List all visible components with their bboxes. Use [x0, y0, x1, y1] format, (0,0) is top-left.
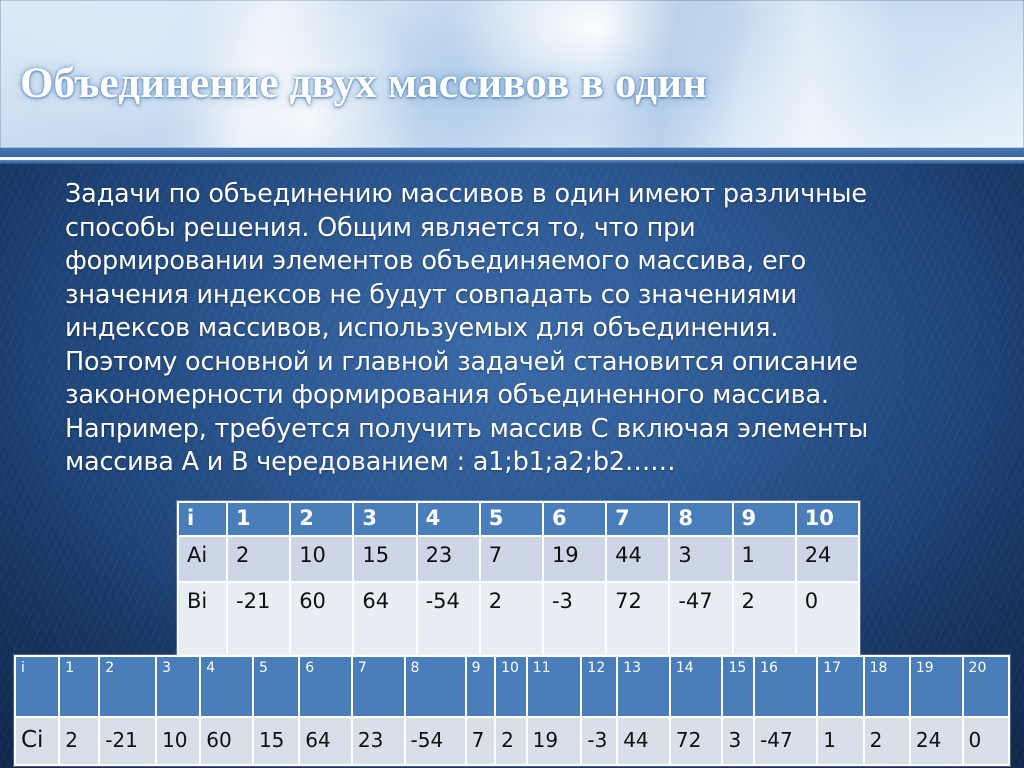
table-row: Bi -21 60 64 -54 2 -3 72 -47 2 0 — [177, 581, 860, 663]
table-cell: 60 — [289, 581, 355, 663]
table-cell: 2 — [478, 581, 544, 663]
table-header-cell: 17 — [816, 655, 865, 718]
table-cell: 44 — [616, 716, 671, 766]
table-header-cell: 5 — [478, 501, 544, 537]
table-header-cell: 10 — [794, 501, 860, 537]
table-header-cell: 8 — [668, 501, 734, 537]
table-header-cell: 9 — [464, 655, 497, 718]
table-cell: 15 — [251, 716, 301, 766]
table-cell: 2 — [862, 716, 911, 766]
table-header-cell: 13 — [616, 655, 671, 718]
table-cell: 2 — [731, 581, 797, 663]
table-header-row: i 1 2 3 4 5 6 7 8 9 10 — [177, 501, 860, 537]
table-cell: 24 — [908, 716, 964, 766]
table-cell: 10 — [289, 535, 355, 583]
table-header-cell: 18 — [862, 655, 911, 718]
body-line: способы решения. Общим является то, что … — [65, 212, 696, 243]
table-cell: 72 — [605, 581, 671, 663]
table-cell: 23 — [350, 716, 406, 766]
table-cell: 10 — [155, 716, 202, 766]
header-divider-upper — [0, 148, 1024, 157]
table-cell: 0 — [794, 581, 860, 663]
table-cell: -47 — [668, 581, 734, 663]
table-cell: 23 — [415, 535, 481, 583]
body-line: Например, требуется получить массив С вк… — [65, 413, 869, 444]
page-title: Объединение двух массивов в один — [20, 60, 708, 107]
table-cell: 2 — [225, 535, 292, 583]
table-header-cell: 6 — [298, 655, 353, 718]
table-row: Ci 2 -21 10 60 15 64 23 -54 7 2 19 -3 44… — [13, 716, 1011, 766]
table-header-row: i 1 2 3 4 5 6 7 8 9 10 11 12 13 14 15 16… — [13, 655, 1011, 718]
body-line: индексов массивов, используемых для объе… — [65, 313, 779, 343]
table-cell: -54 — [403, 716, 467, 766]
table-header-cell: 5 — [251, 655, 301, 718]
table-header-cell: 8 — [403, 655, 467, 718]
table-header-cell: 7 — [350, 655, 406, 718]
source-arrays-table: i 1 2 3 4 5 6 7 8 9 10 Ai 2 10 15 23 7 1 — [177, 501, 860, 663]
table-cell: 1 — [731, 535, 797, 583]
table-cell: 44 — [605, 535, 671, 583]
table-header-cell: 6 — [541, 501, 608, 537]
body-paragraph: Задачи по объединению массивов в один им… — [65, 178, 963, 480]
table-cell: 64 — [352, 581, 418, 663]
table-header-cell: 1 — [225, 501, 292, 537]
slide-header: Объединение двух массивов в один — [0, 0, 1024, 148]
table-cell: 7 — [464, 716, 497, 766]
table-cell: -54 — [415, 581, 481, 663]
table-header-cell: 16 — [753, 655, 819, 718]
table-cell: -3 — [580, 716, 619, 766]
body-line: массива А и В чередованием : a1;b1;a2;b2… — [65, 447, 676, 477]
table-header-cell: 4 — [199, 655, 254, 718]
table-cell: -21 — [98, 716, 158, 766]
slide: Объединение двух массивов в один Задачи … — [0, 0, 1024, 768]
table-header-cell: i — [177, 501, 228, 537]
table-row: Ai 2 10 15 23 7 19 44 3 1 24 — [177, 535, 860, 583]
table-header-cell: 12 — [580, 655, 619, 718]
body-line: Поэтому основной и главной задачей стано… — [65, 346, 858, 377]
table-cell: 15 — [352, 535, 418, 583]
body-line: закономерности формирования объединенног… — [65, 380, 829, 410]
table-header-cell: 3 — [155, 655, 202, 718]
table-header-cell: 2 — [289, 501, 355, 537]
table-header-cell: 11 — [525, 655, 583, 718]
table-cell: -47 — [753, 716, 819, 766]
table-cell: 3 — [668, 535, 734, 583]
table-cell: 0 — [961, 716, 1011, 766]
body-line: формировании элементов объединяемого мас… — [65, 246, 807, 276]
table-header-cell: 20 — [961, 655, 1011, 718]
table-header-cell: i — [13, 655, 61, 718]
row-label: Ci — [13, 716, 61, 766]
body-line: значения индексов не будут совпадать со … — [65, 279, 797, 310]
table-header-cell: 4 — [415, 501, 481, 537]
body-line: Задачи по объединению массивов в один им… — [65, 179, 867, 209]
table-header-cell: 2 — [98, 655, 158, 718]
table-cell: 60 — [199, 716, 254, 766]
table-header-cell: 15 — [721, 655, 756, 718]
table-cell: 19 — [541, 535, 608, 583]
table-header-cell: 9 — [731, 501, 797, 537]
table-header-cell: 14 — [668, 655, 724, 718]
header-divider-lower — [0, 160, 1024, 164]
table-cell: 72 — [668, 716, 724, 766]
merged-array-table: i 1 2 3 4 5 6 7 8 9 10 11 12 13 14 15 16… — [13, 655, 1011, 766]
table-cell: 3 — [721, 716, 756, 766]
table-cell: 2 — [58, 716, 101, 766]
table-cell: -3 — [541, 581, 608, 663]
table-cell: 2 — [494, 716, 528, 766]
table-header-cell: 3 — [352, 501, 418, 537]
table-cell: 24 — [794, 535, 860, 583]
table-header-cell: 10 — [494, 655, 528, 718]
table-cell: 64 — [298, 716, 353, 766]
table-cell: -21 — [225, 581, 292, 663]
table-header-cell: 19 — [908, 655, 964, 718]
table-cell: 7 — [478, 535, 544, 583]
row-label: Bi — [177, 581, 228, 663]
table-cell: 19 — [525, 716, 583, 766]
row-label: Ai — [177, 535, 228, 583]
table-header-cell: 1 — [58, 655, 101, 718]
table-cell: 1 — [816, 716, 865, 766]
table-header-cell: 7 — [605, 501, 671, 537]
